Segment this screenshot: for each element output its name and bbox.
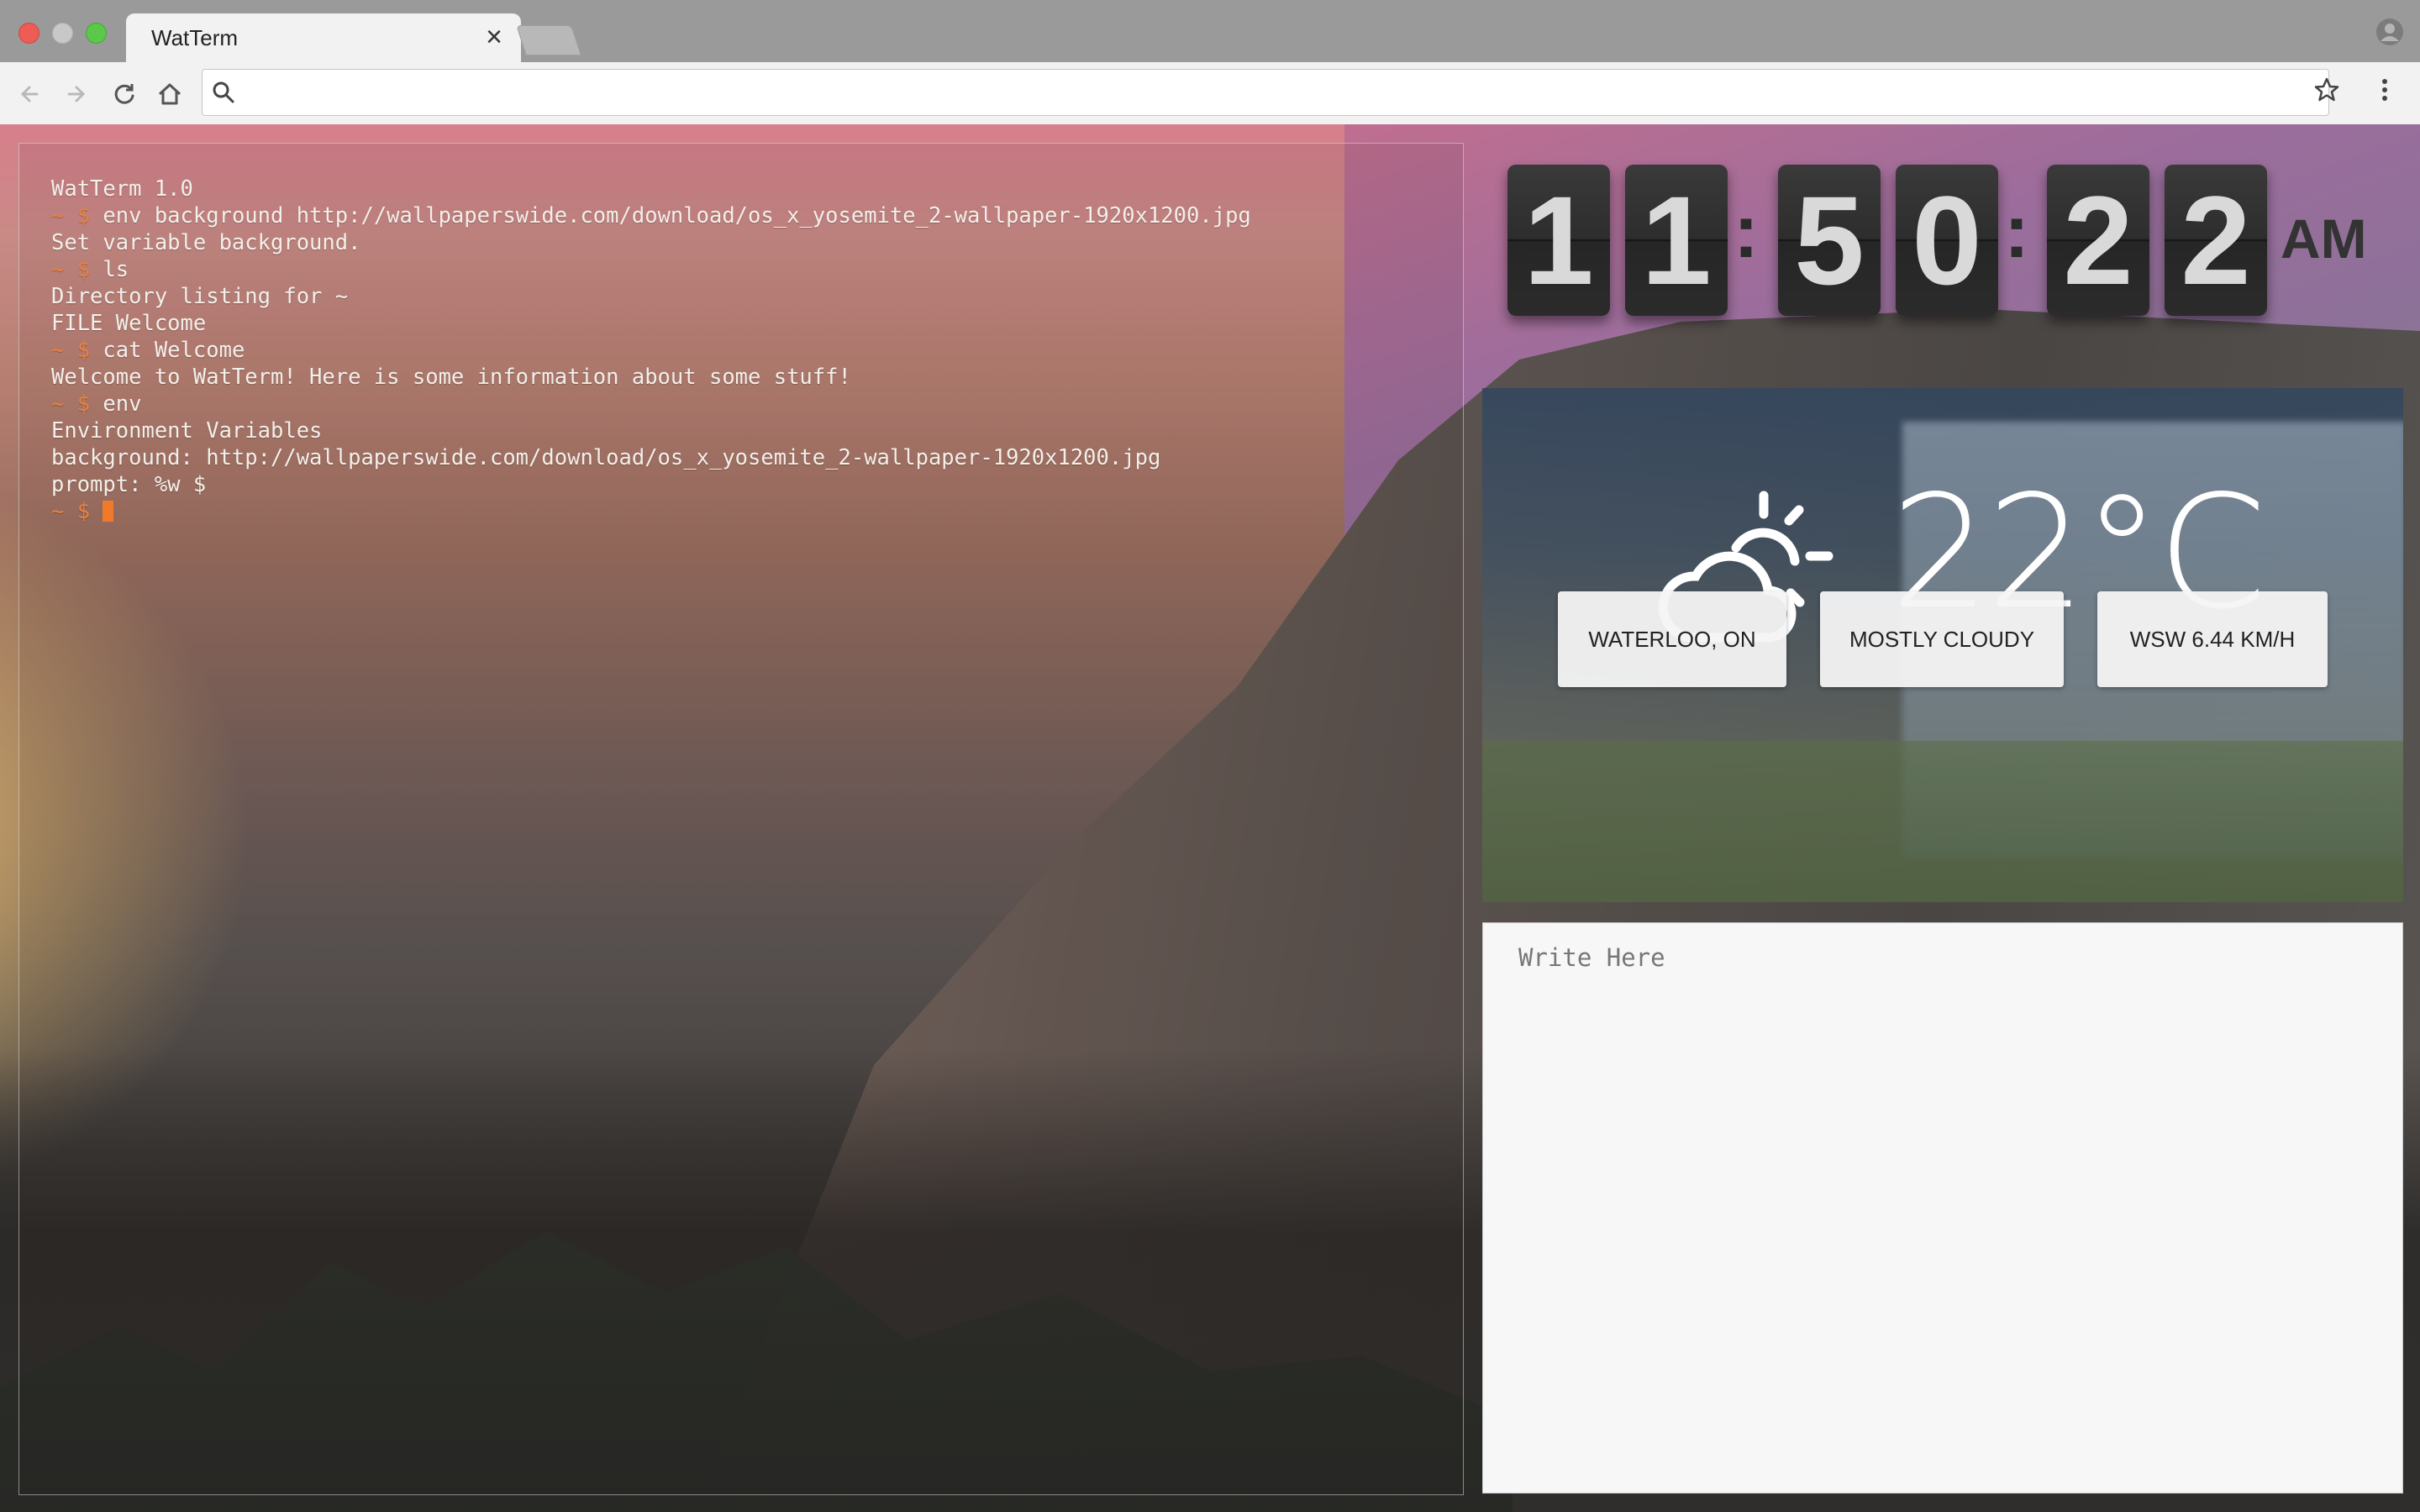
tab-close-button[interactable]: × <box>486 20 502 54</box>
menu-icon[interactable] <box>2380 76 2390 104</box>
terminal-prompt: ~ $ <box>51 257 91 282</box>
bookmark-star-icon[interactable] <box>2312 76 2341 104</box>
terminal-line: prompt: %w $ <box>51 471 1251 498</box>
reload-icon[interactable] <box>108 77 141 111</box>
terminal-text: prompt: %w $ <box>51 472 207 497</box>
weather-background-lawn <box>1482 741 2403 902</box>
terminal-text: Environment Variables <box>51 418 323 444</box>
terminal-line: ~ $ env background http://wallpaperswide… <box>51 202 1251 229</box>
terminal-prompt: ~ $ <box>51 391 91 417</box>
terminal-text: WatTerm 1.0 <box>51 176 193 202</box>
terminal-line: Set variable background. <box>51 229 1251 256</box>
browser-toolbar <box>0 62 2420 125</box>
terminal-text: env background http://wallpaperswide.com… <box>90 203 1251 228</box>
weather-wind: WSW 6.44 KM/H <box>2097 591 2328 687</box>
terminal-output: WatTerm 1.0 ~ $ env background http://wal… <box>51 176 1251 525</box>
terminal-line: Directory listing for ~ <box>51 283 1251 310</box>
weather-condition: MOSTLY CLOUDY <box>1820 591 2064 687</box>
terminal-prompt: ~ $ <box>51 499 91 524</box>
terminal-panel[interactable]: WatTerm 1.0 ~ $ env background http://wal… <box>18 143 1464 1495</box>
clock-digit-minute-1: 5 <box>1778 165 1881 316</box>
close-window-button[interactable] <box>18 23 39 44</box>
clock-digit-minute-2: 0 <box>1896 165 1998 316</box>
terminal-cursor <box>103 501 114 522</box>
terminal-line: Environment Variables <box>51 417 1251 444</box>
home-icon[interactable] <box>153 77 187 111</box>
terminal-line: ~ $ cat Welcome <box>51 337 1251 364</box>
terminal-text: background: http://wallpaperswide.com/do… <box>51 445 1161 470</box>
terminal-line: ~ $ <box>51 498 1251 525</box>
clock-digit-second-1: 2 <box>2047 165 2149 316</box>
address-input[interactable] <box>250 77 2270 108</box>
address-bar[interactable] <box>202 69 2329 116</box>
terminal-text: env <box>90 391 142 417</box>
terminal-text: cat Welcome <box>90 338 245 363</box>
clock-digit-hour-1: 1 <box>1507 165 1610 316</box>
terminal-line: ~ $ env <box>51 391 1251 417</box>
search-icon <box>213 81 234 103</box>
notes-panel <box>1482 922 2403 1494</box>
terminal-prompt: ~ $ <box>51 203 91 228</box>
terminal-text: Directory listing for ~ <box>51 284 349 309</box>
clock-ampm: AM <box>2281 207 2367 270</box>
terminal-line: WatTerm 1.0 <box>51 176 1251 202</box>
terminal-text: Welcome to WatTerm! Here is some informa… <box>51 365 851 390</box>
clock-digit-second-2: 2 <box>2165 165 2267 316</box>
clock-digit-hour-2: 1 <box>1625 165 1728 316</box>
tab-title: WatTerm <box>151 25 239 50</box>
page-background: WatTerm 1.0 ~ $ env background http://wal… <box>0 124 2420 1512</box>
terminal-line: background: http://wallpaperswide.com/do… <box>51 444 1251 471</box>
terminal-text: Set variable background. <box>51 230 361 255</box>
terminal-prompt: ~ $ <box>51 338 91 363</box>
terminal-text: ls <box>90 257 129 282</box>
weather-location: WATERLOO, ON <box>1558 591 1786 687</box>
terminal-line: FILE Welcome <box>51 310 1251 337</box>
notes-textarea[interactable] <box>1483 923 2402 1493</box>
minimize-window-button[interactable] <box>52 23 73 44</box>
browser-titlebar: WatTerm × <box>0 0 2420 63</box>
browser-tab[interactable]: WatTerm × <box>126 13 521 62</box>
back-icon[interactable] <box>13 77 47 111</box>
terminal-line: ~ $ ls <box>51 256 1251 283</box>
terminal-line: Welcome to WatTerm! Here is some informa… <box>51 364 1251 391</box>
clock-separator: : <box>2004 190 2029 274</box>
forward-icon[interactable] <box>59 77 92 111</box>
profile-icon[interactable] <box>2375 17 2405 47</box>
maximize-window-button[interactable] <box>86 23 107 44</box>
new-tab-button[interactable] <box>516 25 581 55</box>
terminal-text: FILE Welcome <box>51 311 207 336</box>
clock-separator: : <box>1733 190 1759 274</box>
